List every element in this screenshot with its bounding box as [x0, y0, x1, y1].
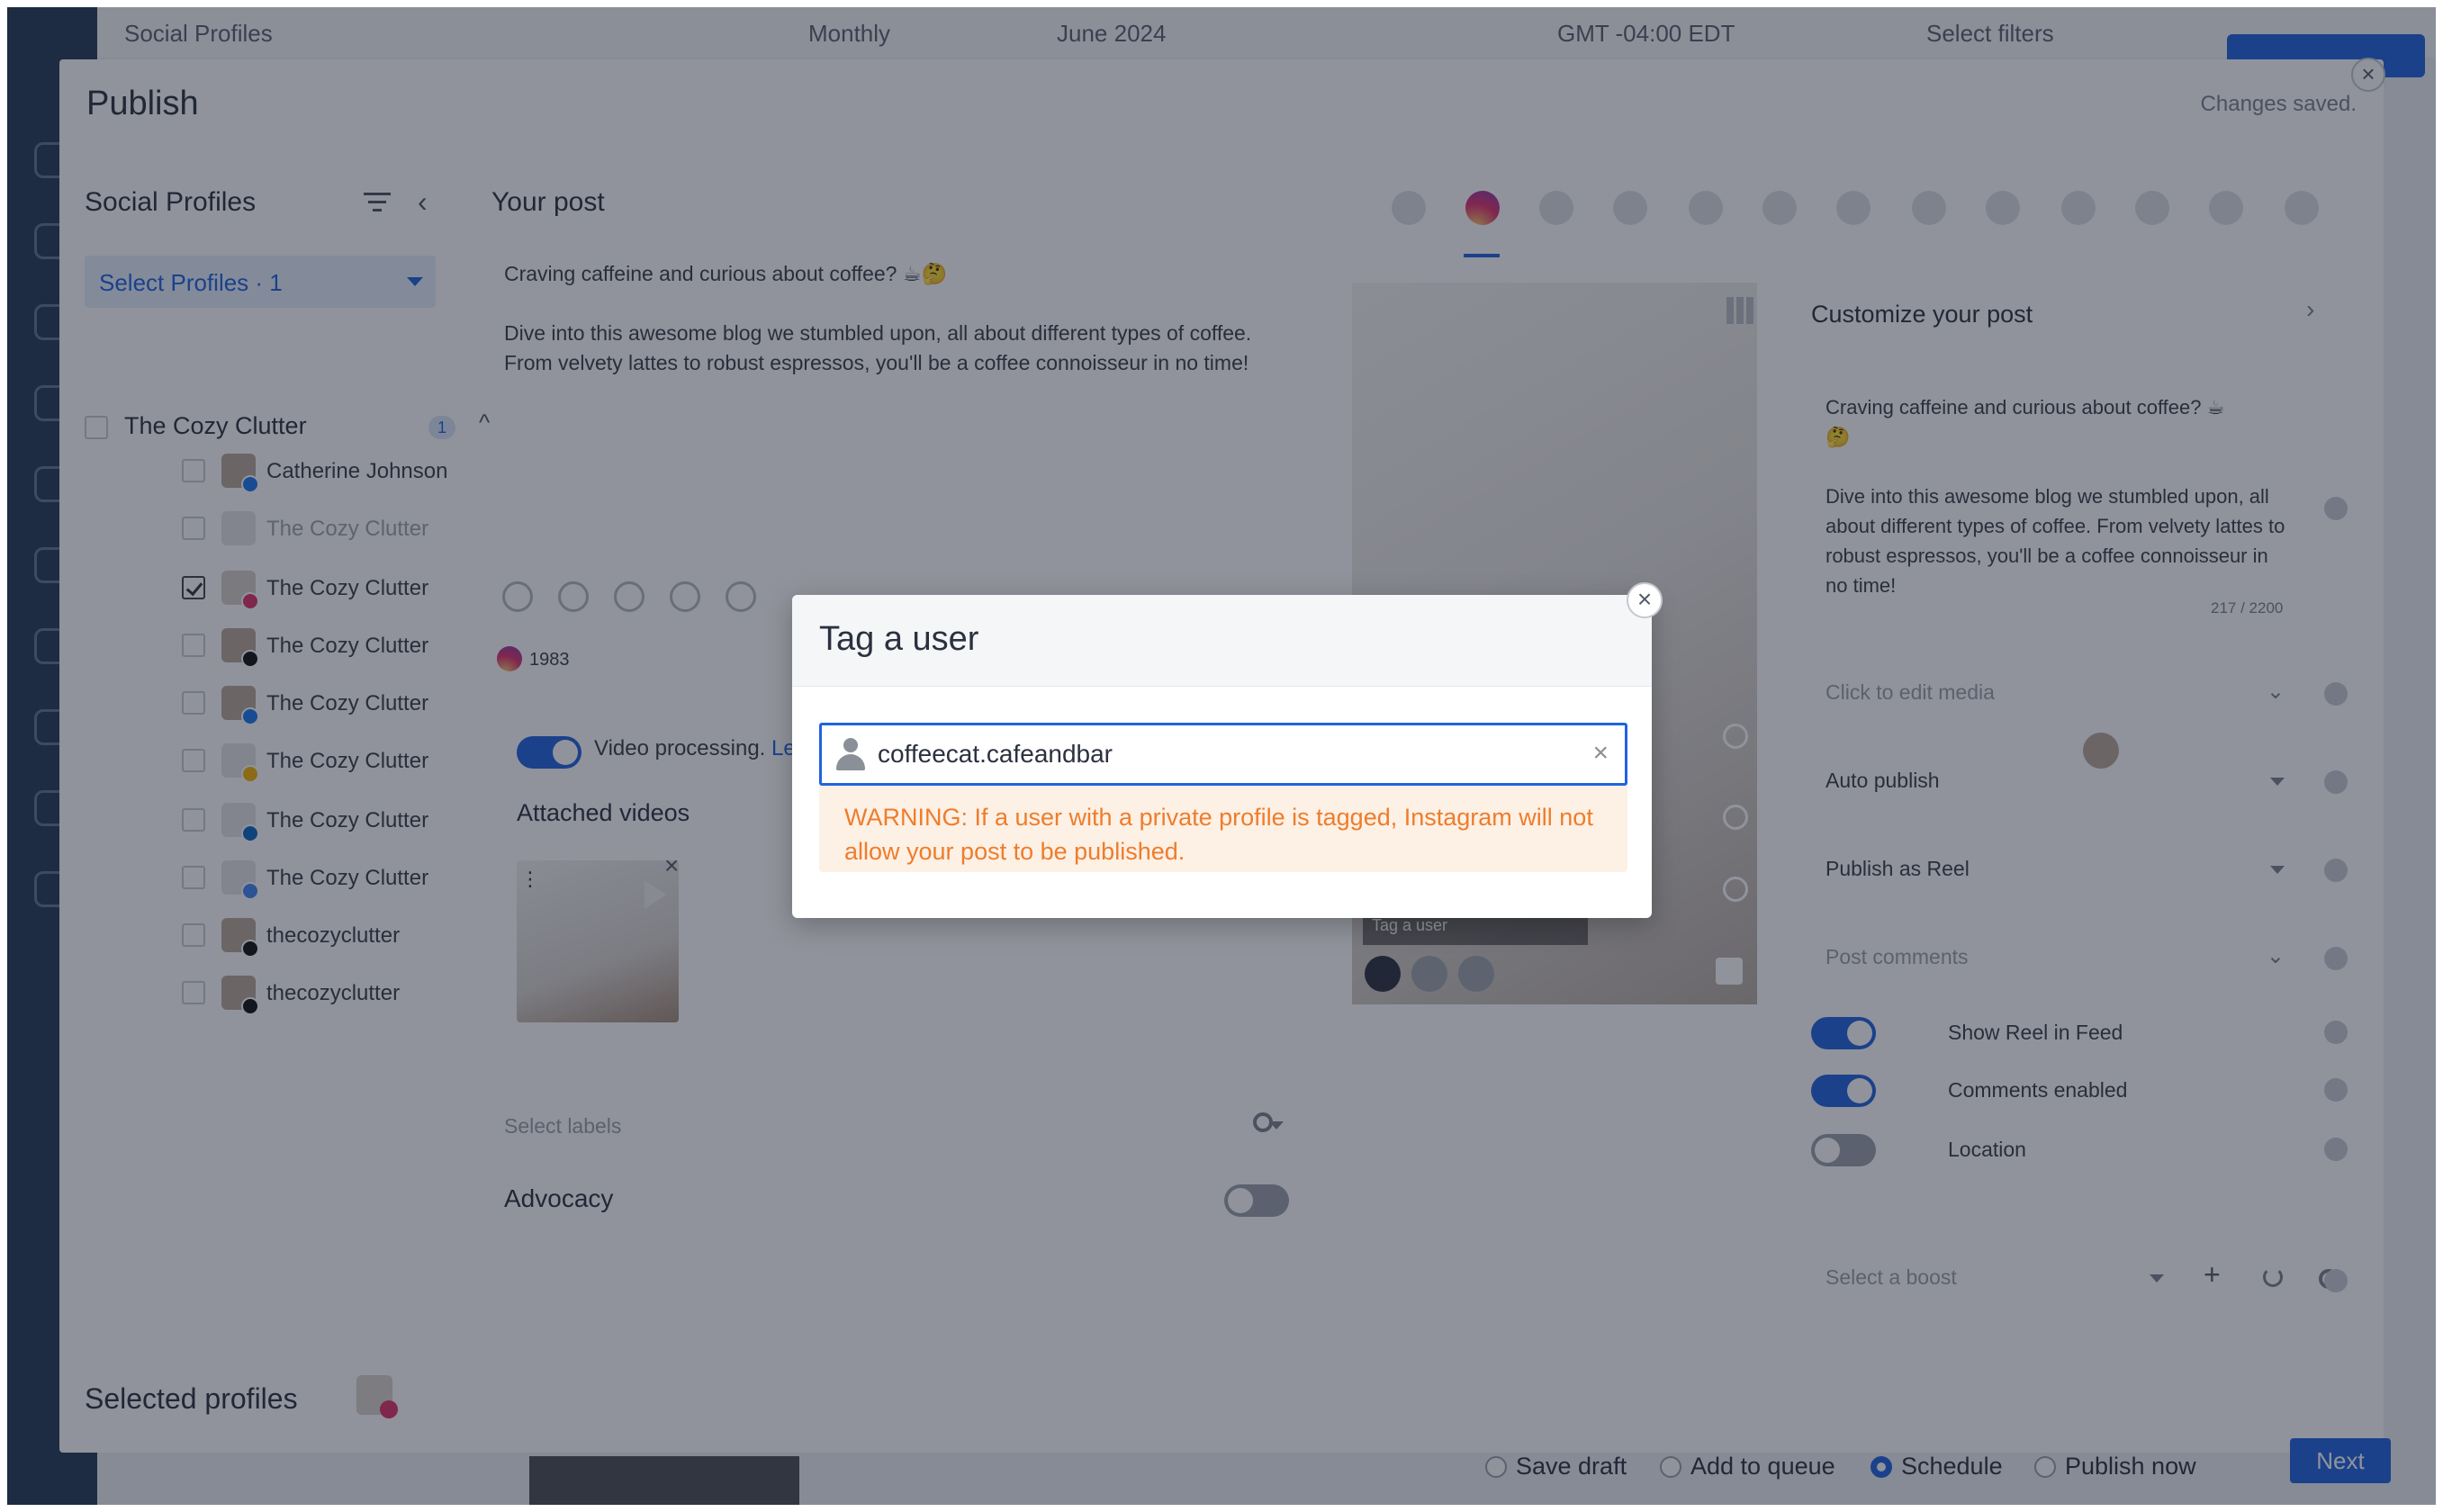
tag-user-dialog: Tag a user × × WARNING: If a user with a…: [792, 582, 1663, 918]
dialog-title: Tag a user: [819, 620, 979, 658]
warning-text: WARNING: If a user with a private profil…: [844, 804, 1593, 865]
dialog-close-button[interactable]: ×: [1627, 582, 1663, 618]
tag-user-field[interactable]: ×: [819, 723, 1627, 786]
tag-user-input[interactable]: [878, 736, 1562, 772]
clear-input-icon[interactable]: ×: [1592, 738, 1609, 769]
private-profile-warning: WARNING: If a user with a private profil…: [819, 786, 1627, 872]
dialog-header: Tag a user: [792, 595, 1652, 687]
user-icon: [834, 738, 867, 772]
